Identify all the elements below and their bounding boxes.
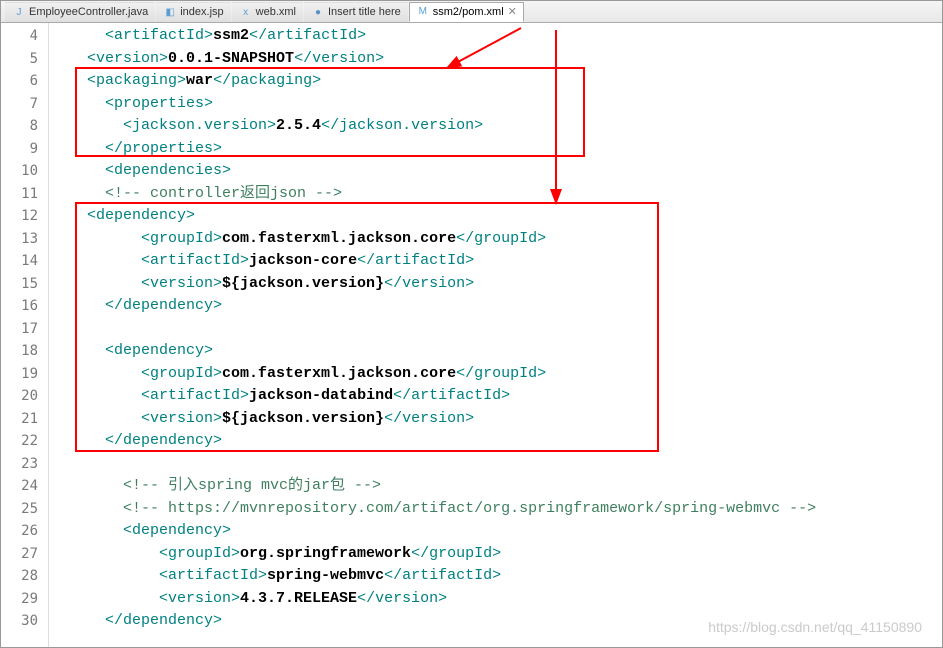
line-number: 18	[1, 340, 48, 363]
line-number-gutter: 4 5 6 7 8 9 10 11 12 13 14 15 16 17 18 1…	[1, 23, 49, 647]
tab-employee-controller[interactable]: J EmployeeController.java	[5, 2, 155, 22]
line-number: 23	[1, 453, 48, 476]
code-line-10: <dependencies>	[61, 160, 942, 183]
jsp-file-icon: ◧	[163, 5, 177, 19]
code-line-27: <groupId>org.springframework</groupId>	[61, 543, 942, 566]
line-number: 9	[1, 138, 48, 161]
tab-bar: J EmployeeController.java ◧ index.jsp x …	[1, 1, 942, 23]
code-line-6: <packaging>war</packaging>	[61, 70, 942, 93]
line-number: 22	[1, 430, 48, 453]
code-line-7: <properties>	[61, 93, 942, 116]
code-line-5: <version>0.0.1-SNAPSHOT</version>	[61, 48, 942, 71]
line-number: 7	[1, 93, 48, 116]
tab-web-xml[interactable]: x web.xml	[232, 2, 303, 22]
code-line-19: <groupId>com.fasterxml.jackson.core</gro…	[61, 363, 942, 386]
code-line-13: <groupId>com.fasterxml.jackson.core</gro…	[61, 228, 942, 251]
code-line-26: <dependency>	[61, 520, 942, 543]
line-number: 26	[1, 520, 48, 543]
line-number: 5	[1, 48, 48, 71]
tab-index-jsp[interactable]: ◧ index.jsp	[156, 2, 230, 22]
watermark: https://blog.csdn.net/qq_41150890	[708, 619, 922, 635]
code-line-4: <artifactId>ssm2</artifactId>	[61, 25, 942, 48]
line-number: 24	[1, 475, 48, 498]
tab-insert-title[interactable]: ● Insert title here	[304, 2, 408, 22]
code-line-8: <jackson.version>2.5.4</jackson.version>	[61, 115, 942, 138]
maven-file-icon: M	[416, 5, 430, 19]
tab-pom-xml[interactable]: M ssm2/pom.xml ✕	[409, 2, 524, 22]
code-line-22: </dependency>	[61, 430, 942, 453]
tab-label: web.xml	[256, 6, 296, 18]
code-line-11: <!-- controller返回json -->	[61, 183, 942, 206]
line-number: 11	[1, 183, 48, 206]
line-number: 8	[1, 115, 48, 138]
code-line-15: <version>${jackson.version}</version>	[61, 273, 942, 296]
line-number: 6	[1, 70, 48, 93]
line-number: 19	[1, 363, 48, 386]
code-line-20: <artifactId>jackson-databind</artifactId…	[61, 385, 942, 408]
code-line-17	[61, 318, 942, 341]
line-number: 29	[1, 588, 48, 611]
code-line-29: <version>4.3.7.RELEASE</version>	[61, 588, 942, 611]
globe-icon: ●	[311, 5, 325, 19]
xml-file-icon: x	[239, 5, 253, 19]
tab-label: Insert title here	[328, 6, 401, 18]
line-number: 13	[1, 228, 48, 251]
line-number: 10	[1, 160, 48, 183]
code-line-9: </properties>	[61, 138, 942, 161]
java-file-icon: J	[12, 5, 26, 19]
line-number: 30	[1, 610, 48, 633]
code-line-23	[61, 453, 942, 476]
code-content[interactable]: <artifactId>ssm2</artifactId> <version>0…	[61, 23, 942, 647]
code-line-16: </dependency>	[61, 295, 942, 318]
code-line-25: <!-- https://mvnrepository.com/artifact/…	[61, 498, 942, 521]
code-area: 4 5 6 7 8 9 10 11 12 13 14 15 16 17 18 1…	[1, 23, 942, 647]
tab-label: EmployeeController.java	[29, 6, 148, 18]
line-number: 27	[1, 543, 48, 566]
line-number: 28	[1, 565, 48, 588]
line-number: 20	[1, 385, 48, 408]
code-line-28: <artifactId>spring-webmvc</artifactId>	[61, 565, 942, 588]
line-number: 21	[1, 408, 48, 431]
line-number: 16	[1, 295, 48, 318]
line-number: 14	[1, 250, 48, 273]
editor-window: J EmployeeController.java ◧ index.jsp x …	[0, 0, 943, 648]
line-number: 15	[1, 273, 48, 296]
fold-column[interactable]	[49, 23, 61, 647]
close-icon[interactable]: ✕	[508, 5, 517, 18]
line-number: 12	[1, 205, 48, 228]
line-number: 17	[1, 318, 48, 341]
code-line-21: <version>${jackson.version}</version>	[61, 408, 942, 431]
code-line-18: <dependency>	[61, 340, 942, 363]
tab-label: index.jsp	[180, 6, 223, 18]
code-line-24: <!-- 引入spring mvc的jar包 -->	[61, 475, 942, 498]
line-number: 25	[1, 498, 48, 521]
line-number: 4	[1, 25, 48, 48]
code-line-12: <dependency>	[61, 205, 942, 228]
tab-label: ssm2/pom.xml	[433, 6, 504, 18]
code-line-14: <artifactId>jackson-core</artifactId>	[61, 250, 942, 273]
